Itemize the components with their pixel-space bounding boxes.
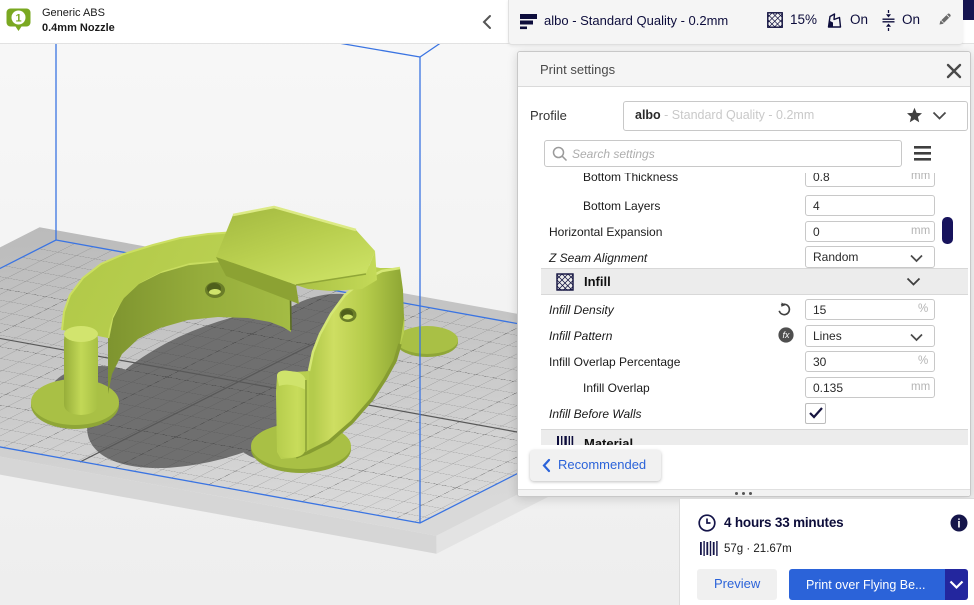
svg-text:fx: fx <box>782 330 790 340</box>
svg-text:1: 1 <box>15 13 21 25</box>
svg-text:i: i <box>957 518 960 530</box>
